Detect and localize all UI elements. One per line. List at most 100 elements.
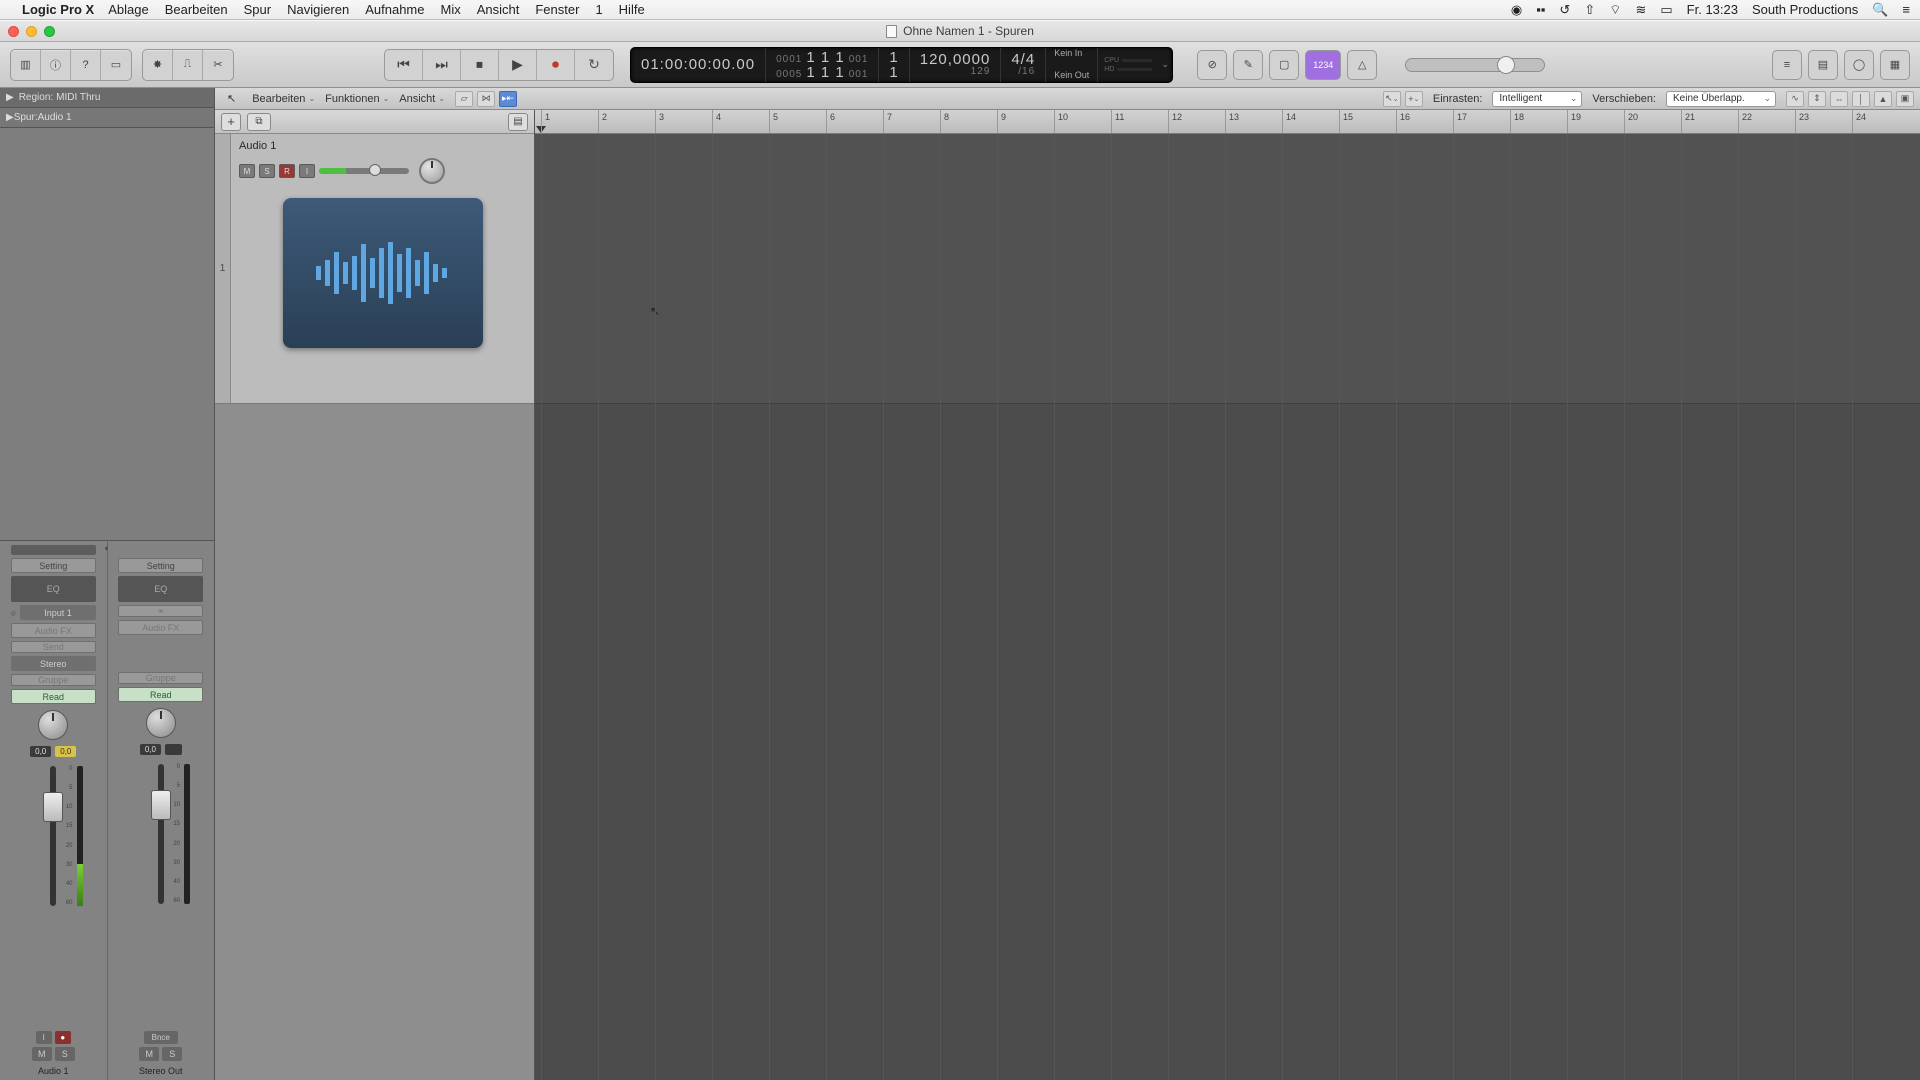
input-monitor-button[interactable]: I (36, 1031, 52, 1044)
view-menu[interactable]: Ansicht⌄ (399, 93, 445, 105)
eq-thumbnail[interactable]: EQ (11, 576, 96, 602)
bar-ruler[interactable]: 123456789101112131415161718192021222324 (535, 110, 1920, 134)
track-inspector-header[interactable]: ▶ Spur: Audio 1 (0, 108, 214, 128)
ruler-bar[interactable]: 8 (940, 110, 949, 133)
ruler-bar[interactable]: 13 (1225, 110, 1239, 133)
lcd-mode-menu[interactable]: ⌄ (1158, 48, 1172, 82)
setting-slot[interactable]: Setting (118, 558, 203, 573)
eq-thumbnail[interactable]: EQ (118, 576, 203, 602)
input-format-icon[interactable]: ○ (11, 608, 16, 618)
disclosure-triangle-icon[interactable]: ▶ (6, 112, 14, 123)
hzoom-icon[interactable]: ⇔ (1830, 91, 1848, 107)
send-slot[interactable]: Send (11, 641, 96, 653)
audiofx-slot[interactable]: Audio FX (11, 623, 96, 638)
toolbar-button[interactable]: ▭ (101, 50, 131, 80)
ruler-bar[interactable]: 3 (655, 110, 664, 133)
track-solo-button[interactable]: S (259, 164, 275, 178)
ruler-bar[interactable]: 10 (1054, 110, 1068, 133)
bluetooth-icon[interactable]: ⌔ (1609, 2, 1621, 18)
output-slot[interactable]: Stereo (11, 656, 96, 671)
minimize-window-button[interactable] (26, 26, 37, 37)
lcd-position[interactable]: 1 1 1 (806, 50, 844, 65)
automation-mode[interactable]: Read (11, 689, 96, 704)
play-button[interactable]: ▶ (499, 50, 537, 80)
zoom-slider-h-icon[interactable]: ▲ (1874, 91, 1892, 107)
replace-button[interactable]: ⊘ (1197, 50, 1227, 80)
input-slot[interactable]: Input 1 (20, 605, 96, 620)
track-record-button[interactable]: R (279, 164, 295, 178)
menu-ansicht[interactable]: Ansicht (477, 2, 520, 17)
catch-playhead-icon[interactable]: ▸⇤ (499, 91, 517, 107)
strip-name[interactable]: Audio 1 (38, 1066, 69, 1076)
arrange-grid[interactable]: ↖ (535, 134, 1920, 1080)
ruler-bar[interactable]: 14 (1282, 110, 1296, 133)
track-pan-knob[interactable] (419, 158, 445, 184)
ruler-bar[interactable]: 15 (1339, 110, 1353, 133)
global-tracks-button[interactable]: ▤ (508, 113, 528, 131)
ruler-bar[interactable]: 2 (598, 110, 607, 133)
ruler-bar[interactable]: 9 (997, 110, 1006, 133)
functions-menu[interactable]: Funktionen⌄ (325, 93, 389, 105)
lcd-timesig[interactable]: 4/4 (1011, 52, 1035, 67)
forward-button[interactable]: ⏭ (423, 50, 461, 80)
fader-cap[interactable] (43, 792, 63, 822)
peak-value[interactable]: 0,0 (55, 746, 76, 757)
menu-bearbeiten[interactable]: Bearbeiten (165, 2, 228, 17)
ruler-bar[interactable]: 20 (1624, 110, 1638, 133)
smartcontrols-button[interactable]: ✸ (143, 50, 173, 80)
app-menu[interactable]: Logic Pro X (22, 2, 94, 17)
ruler-bar[interactable]: 7 (883, 110, 892, 133)
disclosure-triangle-icon[interactable]: ▶ (6, 92, 14, 103)
add-track-button[interactable]: + (221, 113, 241, 131)
wifi-icon[interactable]: ≋ (1635, 2, 1646, 18)
zoom-slider-v-icon[interactable]: │ (1852, 91, 1870, 107)
stop-button[interactable]: ⏹ (461, 50, 499, 80)
duplicate-track-button[interactable]: ⧉ (247, 113, 271, 131)
track-icon[interactable] (283, 198, 483, 348)
track-mute-button[interactable]: M (239, 164, 255, 178)
edit-menu[interactable]: Bearbeiten⌄ (252, 93, 315, 105)
peak-value[interactable] (165, 744, 182, 755)
battery-icon[interactable]: ▭ (1660, 2, 1672, 18)
menu-navigieren[interactable]: Navigieren (287, 2, 349, 17)
balance-knob[interactable] (146, 708, 176, 738)
ruler-bar[interactable]: 6 (826, 110, 835, 133)
menubar-clock[interactable]: Fr. 13:23 (1687, 2, 1738, 17)
notepad-button[interactable]: ▤ (1808, 50, 1838, 80)
ruler-bar[interactable]: 21 (1681, 110, 1695, 133)
group-slot[interactable]: Gruppe (118, 672, 203, 684)
menubar-user[interactable]: South Productions (1752, 2, 1858, 17)
bounce-button[interactable]: Bnce (144, 1031, 178, 1044)
pan-knob[interactable] (38, 710, 68, 740)
strip-name[interactable]: Stereo Out (139, 1066, 183, 1076)
master-volume-slider[interactable] (1405, 58, 1545, 72)
vzoom-icon[interactable]: ⇕ (1808, 91, 1826, 107)
zoom-fit-icon[interactable]: ▣ (1896, 91, 1914, 107)
menu-spur[interactable]: Spur (244, 2, 271, 17)
mute-button[interactable]: M (32, 1047, 52, 1061)
menu-hilfe[interactable]: Hilfe (619, 2, 645, 17)
audiofx-slot[interactable]: Audio FX (118, 620, 203, 635)
record-enable-button[interactable]: ● (55, 1031, 71, 1044)
ruler-bar[interactable]: 16 (1396, 110, 1410, 133)
automation-mode[interactable]: Read (118, 687, 203, 702)
ruler-bar[interactable]: 1 (541, 110, 550, 133)
ruler-bar[interactable]: 12 (1168, 110, 1182, 133)
screenrec-icon[interactable]: ◉ (1511, 2, 1522, 18)
ruler-bar[interactable]: 22 (1738, 110, 1752, 133)
metronome-button[interactable]: △ (1347, 50, 1377, 80)
ruler-bar[interactable]: 18 (1510, 110, 1524, 133)
lcd-sync-in[interactable]: Kein In (1054, 48, 1089, 59)
close-window-button[interactable] (8, 26, 19, 37)
track-volume-slider[interactable] (319, 168, 409, 174)
menu-icon[interactable]: ≡ (1902, 2, 1910, 17)
flex-icon[interactable]: ⋈ (477, 91, 495, 107)
pointer-tool-icon[interactable]: ↖ (221, 91, 242, 107)
right-tool-menu[interactable]: +⌄ (1405, 91, 1423, 107)
ruler-bar[interactable]: 24 (1852, 110, 1866, 133)
library-button[interactable]: ▥ (11, 50, 41, 80)
record-button[interactable]: ⏺ (537, 50, 575, 80)
sync-icon[interactable]: ↺ (1559, 2, 1570, 18)
region-inspector-header[interactable]: ▶ Region: MIDI Thru (0, 88, 214, 108)
quickhelp-button[interactable]: ? (71, 50, 101, 80)
